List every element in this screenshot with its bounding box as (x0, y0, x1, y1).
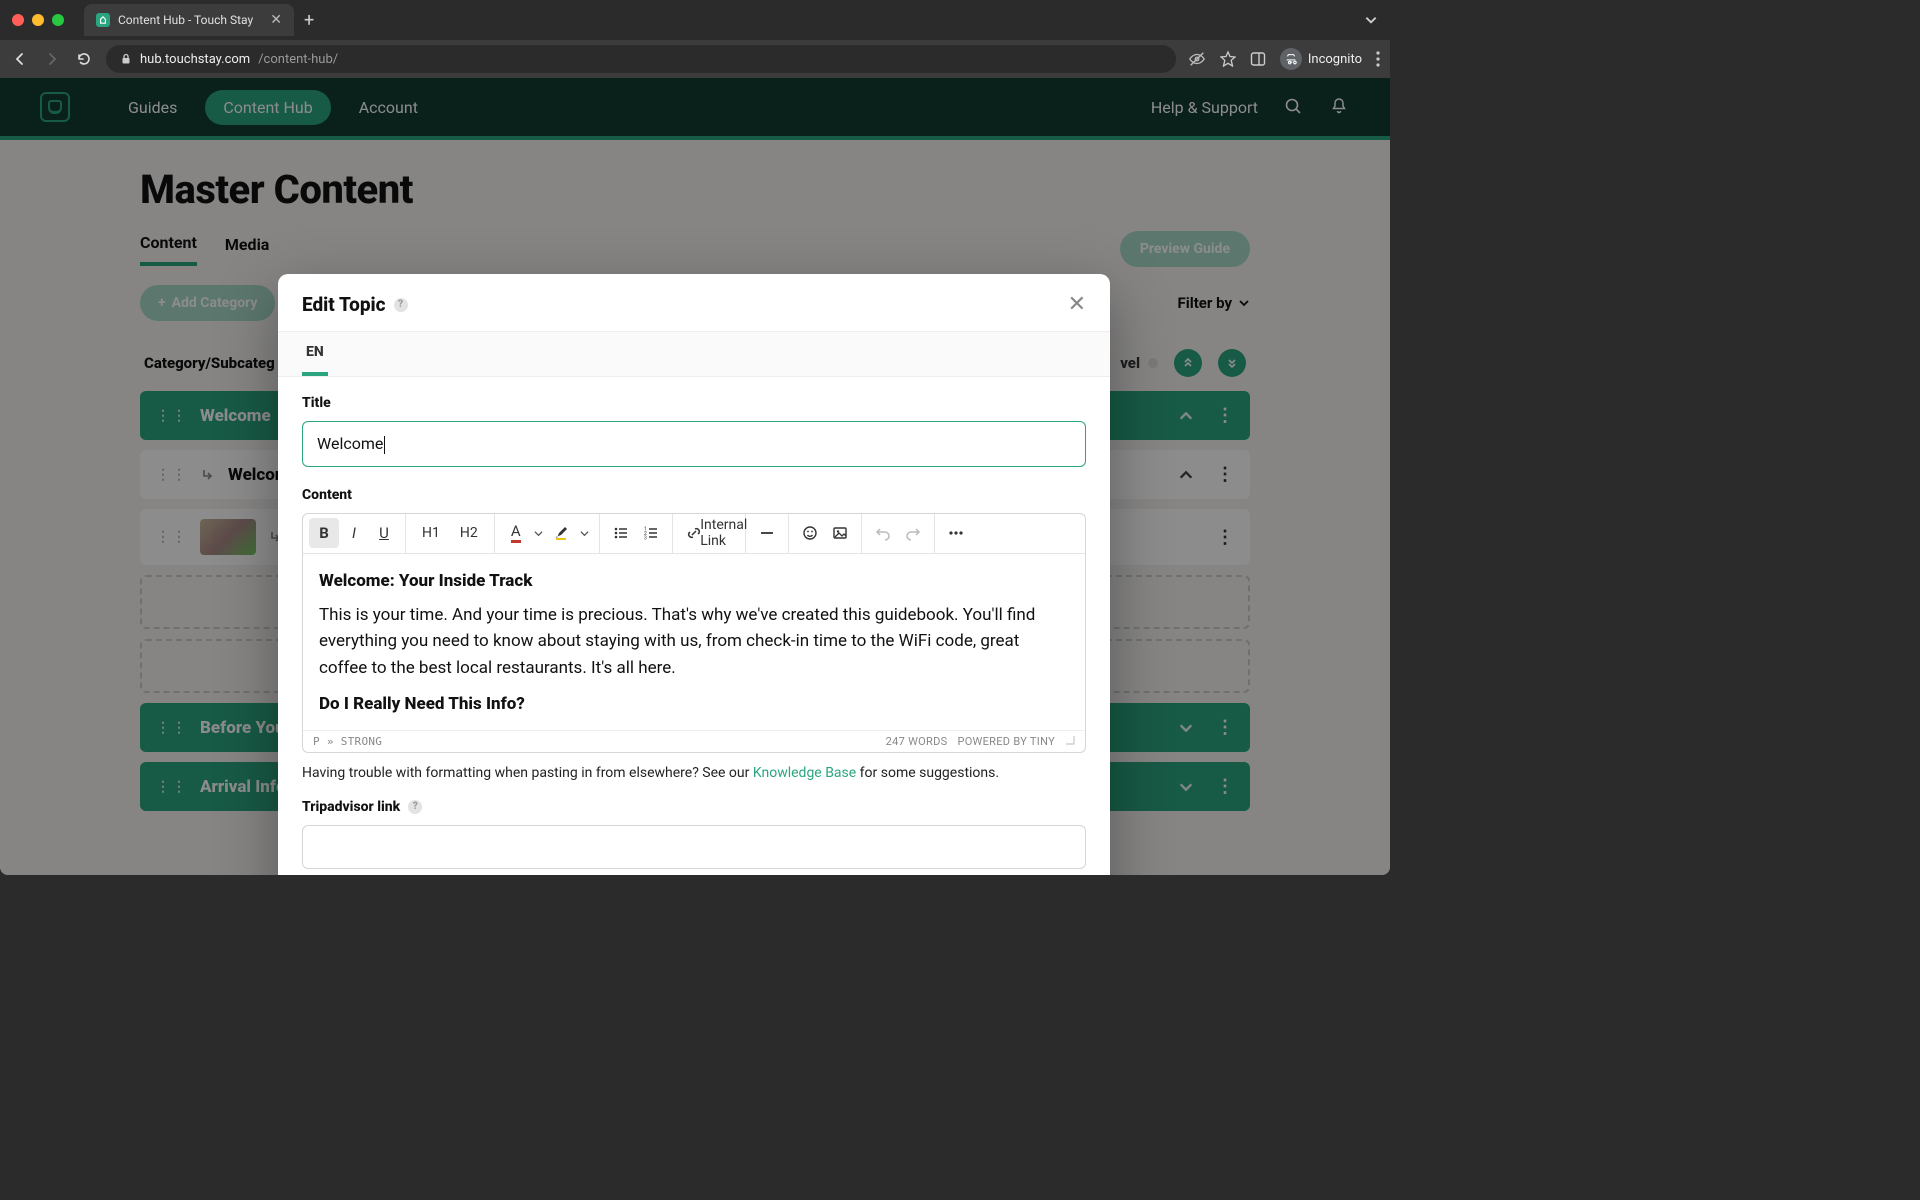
help-post: for some suggestions. (856, 765, 999, 781)
rte-content-area[interactable]: Welcome: Your Inside Track This is your … (303, 554, 1085, 730)
tripadvisor-label: Tripadvisor link (302, 799, 400, 815)
redo-button[interactable] (898, 518, 928, 548)
internal-link-button[interactable]: Internal Link (709, 518, 739, 548)
title-input[interactable]: Welcome (302, 421, 1086, 467)
rte-element-path[interactable]: P » STRONG (313, 735, 382, 748)
url-path: /content-hub/ (258, 52, 338, 67)
rte-toolbar: B I U H1 H2 A (303, 514, 1085, 554)
content-heading-2: Do I Really Need This Info? (319, 691, 1069, 717)
h1-button[interactable]: H1 (412, 518, 450, 548)
incognito-badge[interactable]: Incognito (1280, 48, 1362, 70)
close-window-button[interactable] (12, 14, 24, 26)
url-host: hub.touchstay.com (140, 52, 250, 67)
text-caret (384, 436, 385, 454)
incognito-label: Incognito (1308, 52, 1362, 67)
back-button[interactable] (10, 51, 30, 67)
highlight-dropdown[interactable] (577, 518, 593, 548)
content-heading-1: Welcome: Your Inside Track (319, 568, 1069, 594)
bold-button[interactable]: B (309, 518, 339, 548)
forward-button[interactable] (42, 51, 62, 67)
knowledge-base-link[interactable]: Knowledge Base (753, 765, 856, 781)
bullet-list-button[interactable] (606, 518, 636, 548)
svg-text:3: 3 (644, 536, 647, 542)
browser-toolbar: hub.touchstay.com/content-hub/ Incognito (0, 40, 1390, 78)
side-panel-icon[interactable] (1250, 51, 1266, 67)
address-bar[interactable]: hub.touchstay.com/content-hub/ (106, 45, 1176, 73)
highlight-button[interactable] (547, 518, 577, 548)
minimize-window-button[interactable] (32, 14, 44, 26)
resize-handle-icon[interactable] (1065, 735, 1075, 745)
more-button[interactable] (941, 518, 971, 548)
close-icon[interactable]: ✕ (1068, 292, 1086, 317)
h2-button[interactable]: H2 (450, 518, 488, 548)
maximize-window-button[interactable] (52, 14, 64, 26)
tripadvisor-input[interactable] (302, 825, 1086, 869)
browser-tab-strip: Content Hub - Touch Stay ✕ + (0, 0, 1390, 40)
incognito-icon (1280, 48, 1302, 70)
rich-text-editor: B I U H1 H2 A (302, 513, 1086, 753)
lang-tab-en[interactable]: EN (302, 332, 328, 376)
help-icon[interactable]: ? (408, 800, 422, 814)
tab-favicon (96, 13, 110, 27)
rte-powered-by: POWERED BY TINY (957, 735, 1055, 748)
content-paragraph-1: This is your time. And your time is prec… (319, 602, 1069, 681)
content-label: Content (302, 487, 1086, 503)
close-tab-button[interactable]: ✕ (270, 12, 282, 28)
text-color-dropdown[interactable] (531, 518, 547, 548)
title-input-value: Welcome (317, 434, 383, 453)
bookmark-star-icon[interactable] (1220, 51, 1236, 67)
lock-icon (120, 53, 132, 65)
browser-menu-button[interactable] (1376, 51, 1380, 67)
new-tab-button[interactable]: + (304, 10, 314, 31)
tab-title: Content Hub - Touch Stay (118, 13, 253, 27)
formatting-help-text: Having trouble with formatting when past… (302, 765, 1086, 781)
italic-button[interactable]: I (339, 518, 369, 548)
rte-footer: P » STRONG 247 WORDS POWERED BY TINY (303, 730, 1085, 752)
title-label: Title (302, 395, 1086, 411)
text-color-button[interactable]: A (501, 518, 531, 548)
help-pre: Having trouble with formatting when past… (302, 765, 753, 781)
edit-topic-modal: Edit Topic ? ✕ EN Title Welcome Content … (278, 274, 1110, 875)
emoji-button[interactable] (795, 518, 825, 548)
modal-title: Edit Topic (302, 293, 386, 316)
tabs-dropdown-button[interactable] (1364, 13, 1378, 27)
reload-button[interactable] (74, 51, 94, 67)
help-icon[interactable]: ? (394, 298, 408, 312)
image-button[interactable] (825, 518, 855, 548)
window-controls (12, 14, 64, 26)
underline-button[interactable]: U (369, 518, 399, 548)
hr-button[interactable] (752, 518, 782, 548)
numbered-list-button[interactable]: 123 (636, 518, 666, 548)
rte-word-count: 247 WORDS (886, 735, 948, 748)
browser-tab[interactable]: Content Hub - Touch Stay ✕ (84, 4, 294, 36)
eye-off-icon[interactable] (1188, 50, 1206, 68)
undo-button[interactable] (868, 518, 898, 548)
